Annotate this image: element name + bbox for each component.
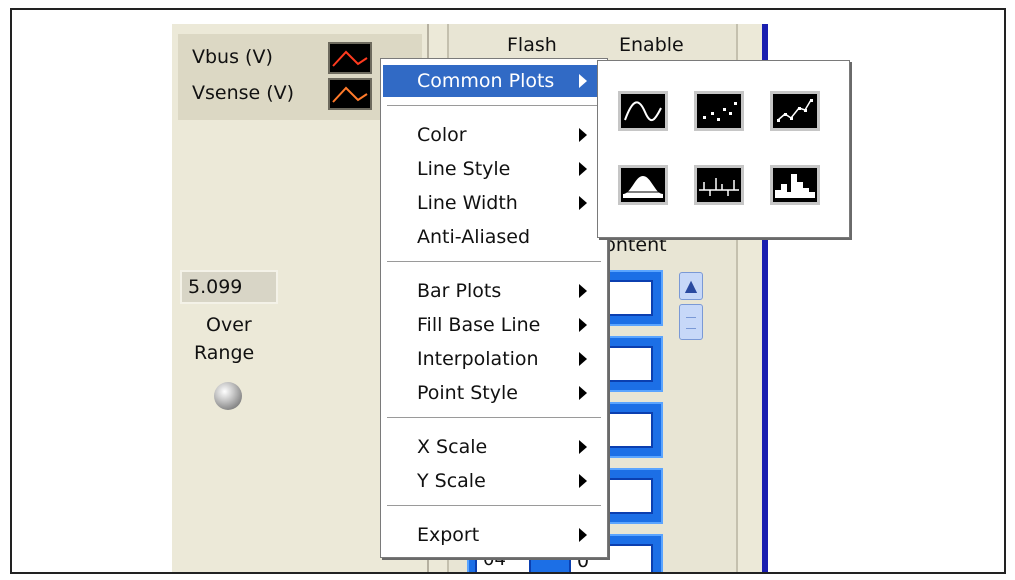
scroll-up-button[interactable]: ▲: [679, 272, 703, 300]
submenu-arrow-icon: [579, 284, 587, 298]
menu-item-common-plots[interactable]: Common Plots: [383, 65, 605, 97]
menu-item-line-width[interactable]: Line Width: [383, 187, 605, 219]
menu-item-label: Common Plots: [417, 70, 555, 92]
submenu-arrow-icon: [579, 352, 587, 366]
menu-item-interpolation[interactable]: Interpolation: [383, 343, 605, 375]
over-label: Over: [206, 314, 252, 336]
menu-item-label: Fill Base Line: [417, 314, 541, 336]
submenu-arrow-icon: [579, 528, 587, 542]
menu-separator: [387, 105, 601, 107]
submenu-arrow-icon: [579, 318, 587, 332]
plot-context-menu: Common Plots Color Line Style Line Width…: [380, 58, 608, 558]
menu-item-label: Bar Plots: [417, 280, 502, 302]
over-range-led[interactable]: [214, 382, 242, 410]
submenu-arrow-icon: [579, 128, 587, 142]
menu-separator: [387, 505, 601, 507]
line-points-plot-icon[interactable]: [770, 91, 820, 131]
scroll-thumb[interactable]: [679, 304, 703, 340]
menu-item-y-scale[interactable]: Y Scale: [383, 465, 605, 497]
submenu-arrow-icon: [579, 386, 587, 400]
menu-item-bar-plots[interactable]: Bar Plots: [383, 275, 605, 307]
menu-item-label: Interpolation: [417, 348, 539, 370]
submenu-arrow-icon: [579, 74, 587, 88]
fill-plot-icon[interactable]: [618, 165, 668, 205]
range-label: Range: [194, 342, 255, 364]
menu-item-label: Color: [417, 124, 467, 146]
menu-item-label: Anti-Aliased: [417, 226, 531, 248]
submenu-arrow-icon: [579, 196, 587, 210]
menu-item-label: Line Width: [417, 192, 518, 214]
menu-item-export[interactable]: Export: [383, 519, 605, 551]
menu-item-line-style[interactable]: Line Style: [383, 153, 605, 185]
screenshot-frame: Vbus (V) Vsense (V) 5.099 Over Range Fla…: [10, 8, 1006, 574]
flash-column-header: Flash: [507, 34, 557, 56]
step-fill-plot-icon[interactable]: [770, 165, 820, 205]
points-plot-icon[interactable]: [694, 91, 744, 131]
legend-label-vbus[interactable]: Vbus (V): [192, 46, 273, 68]
submenu-arrow-icon: [579, 440, 587, 454]
menu-item-label: Line Style: [417, 158, 511, 180]
enable-column-header: Enable: [619, 34, 684, 56]
line-plot-icon[interactable]: [618, 91, 668, 131]
menu-item-label: Y Scale: [417, 470, 486, 492]
submenu-arrow-icon: [579, 162, 587, 176]
bar-plot-icon[interactable]: [694, 165, 744, 205]
menu-separator: [387, 417, 601, 419]
submenu-arrow-icon: [579, 474, 587, 488]
legend-label-vsense[interactable]: Vsense (V): [192, 82, 294, 104]
menu-separator: [387, 261, 601, 263]
menu-item-label: Export: [417, 524, 480, 546]
menu-item-fill-base-line[interactable]: Fill Base Line: [383, 309, 605, 341]
plot-line-icon[interactable]: [328, 42, 372, 74]
numeric-indicator: 5.099: [180, 270, 278, 304]
menu-item-label: Point Style: [417, 382, 518, 404]
common-plots-palette: [597, 60, 850, 238]
menu-item-point-style[interactable]: Point Style: [383, 377, 605, 409]
menu-item-label: X Scale: [417, 436, 488, 458]
menu-item-anti-aliased[interactable]: Anti-Aliased: [383, 221, 605, 253]
menu-item-x-scale[interactable]: X Scale: [383, 431, 605, 463]
plot-line-icon[interactable]: [328, 78, 372, 110]
menu-item-color[interactable]: Color: [383, 119, 605, 151]
